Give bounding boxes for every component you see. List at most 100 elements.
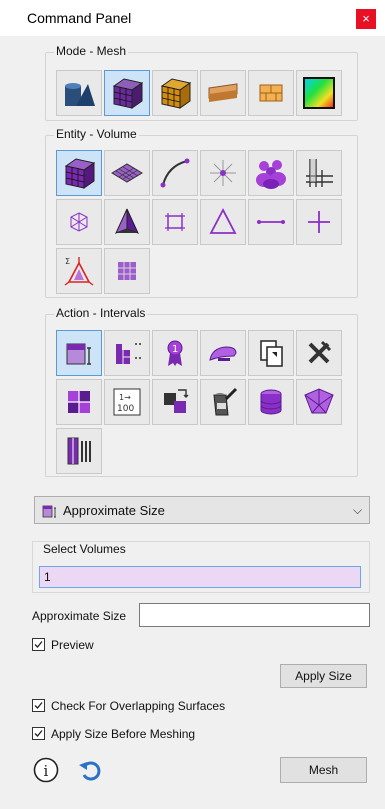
- grid-icon: [306, 159, 333, 187]
- title-bar: Command Panel ×: [0, 0, 385, 36]
- info-icon: i: [33, 757, 59, 783]
- svg-text:100: 100: [117, 404, 134, 414]
- tri-icon: [209, 208, 237, 234]
- chevron-down-icon: ⌵: [353, 503, 363, 517]
- action-copy-button[interactable]: [248, 330, 294, 376]
- action-interval-count-button[interactable]: 1→ 100: [104, 379, 150, 425]
- action-paint-button[interactable]: [200, 379, 246, 425]
- paint-icon: [213, 387, 238, 416]
- remove-icon: [308, 340, 332, 364]
- undo-button[interactable]: [78, 758, 102, 782]
- approximate-size-label: Approximate Size: [32, 609, 127, 623]
- action-approximate-size-button[interactable]: [56, 330, 102, 376]
- preview-checkbox[interactable]: [32, 638, 45, 651]
- entity-sideset-button[interactable]: Σ: [56, 248, 102, 294]
- edge-icon: [257, 220, 285, 224]
- interval-count-icon: 1→100: [113, 388, 141, 416]
- mesh-volume-icon: [112, 78, 144, 109]
- check-overlap-checkbox[interactable]: [32, 699, 45, 712]
- entity-curve-button[interactable]: [152, 150, 198, 196]
- database-icon: [260, 389, 282, 415]
- tet-icon: [115, 208, 139, 234]
- mode-color-button[interactable]: [296, 70, 342, 116]
- entity-edge-button[interactable]: [248, 199, 294, 245]
- entity-nodeset-button[interactable]: [104, 248, 150, 294]
- sideset-icon: Σ: [64, 257, 94, 286]
- smooth-icon: [209, 346, 237, 361]
- select-volumes-label: Select Volumes: [41, 542, 128, 556]
- approximate-size-icon: [66, 343, 91, 365]
- preview-label: Preview: [51, 638, 94, 652]
- checkmark-icon: [34, 641, 43, 648]
- action-dropdown[interactable]: Approximate Size ⌵: [34, 496, 370, 524]
- action-sculpt-button[interactable]: [296, 379, 342, 425]
- mesh-button[interactable]: Mesh: [280, 757, 367, 783]
- close-button[interactable]: ×: [356, 9, 376, 29]
- columns-icon: [67, 437, 91, 465]
- dropdown-selected: Approximate Size: [63, 503, 165, 518]
- action-match-button[interactable]: [56, 379, 102, 425]
- action-interval-button[interactable]: [104, 330, 150, 376]
- ribbon-icon: 1: [167, 340, 183, 366]
- info-button[interactable]: i: [32, 756, 60, 784]
- volume-icon: [64, 158, 96, 189]
- vertex-icon: [210, 160, 236, 186]
- action-ribbon-button[interactable]: 1: [152, 330, 198, 376]
- action-remove-button[interactable]: [296, 330, 342, 376]
- mesh-gold-icon: [160, 78, 192, 109]
- brick-icon: [259, 84, 283, 102]
- info-glyph: i: [44, 762, 49, 780]
- apply-before-meshing-checkbox[interactable]: [32, 727, 45, 740]
- entity-node-button[interactable]: [56, 199, 102, 245]
- action-columns-button[interactable]: [56, 428, 102, 474]
- checkmark-icon: [34, 730, 43, 737]
- undo-icon: [79, 761, 101, 781]
- svg-text:1: 1: [172, 344, 178, 355]
- action-smooth-button[interactable]: [200, 330, 246, 376]
- surface-icon: [111, 163, 143, 183]
- svg-text:Σ: Σ: [65, 257, 70, 266]
- entity-grid-button[interactable]: [296, 150, 342, 196]
- checkmark-icon: [34, 702, 43, 709]
- mode-brick-button[interactable]: [248, 70, 294, 116]
- mode-gold-mesh-button[interactable]: [152, 70, 198, 116]
- mode-geometry-button[interactable]: [56, 70, 102, 116]
- select-volumes-input[interactable]: 1: [39, 566, 361, 588]
- match-icon: [68, 391, 90, 413]
- swap-icon: [164, 389, 189, 413]
- point-icon: [308, 211, 330, 233]
- entity-group-button[interactable]: [248, 150, 294, 196]
- group-icon: [256, 160, 286, 189]
- pipe-icon: [208, 83, 238, 102]
- copy-icon: [260, 340, 283, 367]
- entity-tri-button[interactable]: [200, 199, 246, 245]
- action-group-label: Action - Intervals: [54, 306, 148, 320]
- command-panel: Command Panel × Mode - Mesh Entity - Vol…: [0, 0, 385, 809]
- entity-quad-button[interactable]: [152, 199, 198, 245]
- curve-icon: [160, 158, 190, 188]
- apply-before-meshing-label: Apply Size Before Meshing: [51, 727, 196, 741]
- action-swap-button[interactable]: [152, 379, 198, 425]
- apply-size-button[interactable]: Apply Size: [280, 664, 367, 688]
- entity-volume-button[interactable]: [56, 150, 102, 196]
- svg-text:1→: 1→: [119, 393, 131, 402]
- mode-group-label: Mode - Mesh: [54, 44, 129, 58]
- check-overlap-label: Check For Overlapping Surfaces: [51, 699, 226, 713]
- entity-vertex-button[interactable]: [200, 150, 246, 196]
- window-title: Command Panel: [27, 10, 132, 26]
- mode-pipe-button[interactable]: [200, 70, 246, 116]
- entity-tet-button[interactable]: [104, 199, 150, 245]
- interval-icon: [116, 343, 141, 364]
- action-database-button[interactable]: [248, 379, 294, 425]
- entity-surface-button[interactable]: [104, 150, 150, 196]
- select-volumes-group: Select Volumes 1: [32, 541, 370, 593]
- geometry-icon: [65, 83, 95, 106]
- color-gradient-icon: [303, 77, 335, 109]
- quad-icon: [165, 213, 185, 231]
- nodeset-icon: [118, 262, 136, 280]
- entity-group-label: Entity - Volume: [54, 127, 139, 141]
- approximate-size-input[interactable]: [139, 603, 370, 627]
- approximate-size-small-icon: [42, 505, 56, 518]
- mode-mesh-button[interactable]: [104, 70, 150, 116]
- entity-point-button[interactable]: [296, 199, 342, 245]
